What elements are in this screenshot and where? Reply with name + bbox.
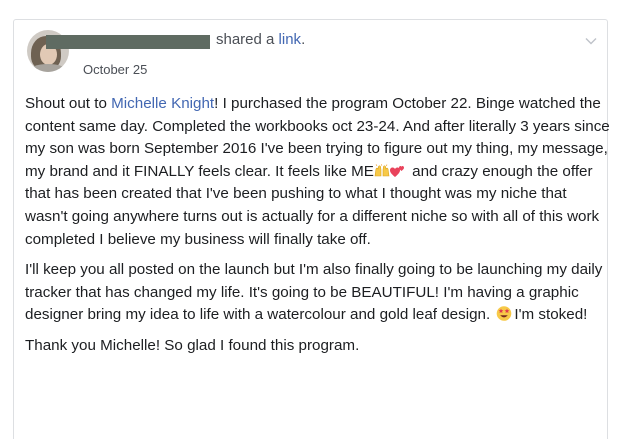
avatar-shirt xyxy=(29,64,67,72)
post-paragraph-3: Thank you Michelle! So glad I found this… xyxy=(25,336,360,354)
two-hearts-emoji xyxy=(389,165,404,177)
post-body: Shout out to Michelle Knight! I purchase… xyxy=(25,93,610,366)
post-paragraph-1: Shout out to Michelle Knight! I purchase… xyxy=(25,93,610,251)
post-timestamp[interactable]: October 25 xyxy=(83,62,147,77)
post-text: Shout out to xyxy=(25,95,112,112)
author-name-redacted[interactable] xyxy=(46,35,210,49)
chevron-down-icon[interactable] xyxy=(585,37,597,45)
post-action-text: shared a xyxy=(216,31,279,48)
mention-link[interactable]: Michelle Knight xyxy=(111,95,214,112)
post-action-line: shared a link. xyxy=(216,31,305,48)
post-text: I'm stoked! xyxy=(514,306,588,324)
shared-link[interactable]: link xyxy=(279,31,302,48)
post-action-end: . xyxy=(301,31,306,48)
raising-hands-emoji xyxy=(374,163,390,177)
post-paragraph-2: I'll keep you all posted on the launch b… xyxy=(25,259,610,327)
star-struck-emoji xyxy=(497,306,512,322)
post-card: shared a link. October 25 Shout out to M… xyxy=(13,19,610,439)
